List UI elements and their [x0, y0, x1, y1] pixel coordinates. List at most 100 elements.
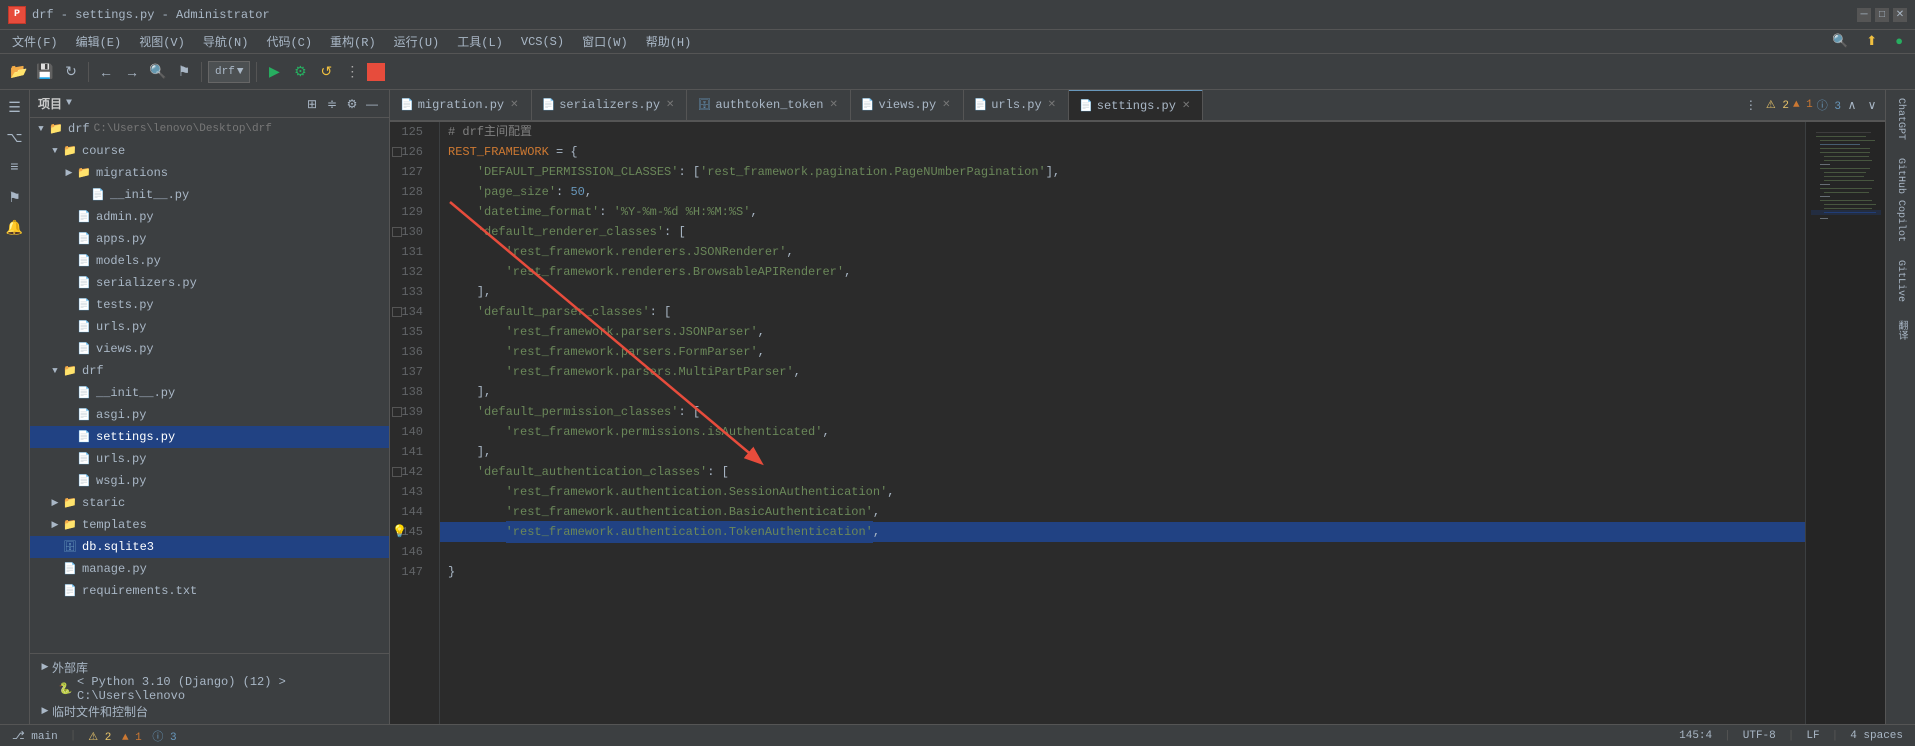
copilot-panel-btn[interactable]: GitHub Copilot [1887, 150, 1915, 250]
sort-btn[interactable]: ≑ [323, 95, 341, 113]
tab-close-serializers[interactable]: ✕ [664, 99, 676, 111]
tree-item-apps[interactable]: ▶ 📄 apps.py [30, 228, 389, 250]
scratch-files-item[interactable]: ▶ 临时文件和控制台 [30, 700, 389, 722]
code-line-138[interactable]: ], [440, 382, 1805, 402]
commit-icon[interactable]: ⌥ [1, 124, 29, 152]
code-line-134[interactable]: 'default_parser_classes' : [ [440, 302, 1805, 322]
tree-item-db-sqlite[interactable]: ▶ 🗄 db.sqlite3 [30, 536, 389, 558]
status-warnings[interactable]: ⚠ 2 ▲ 1 ⓘ 3 [84, 728, 180, 744]
toolbar-bookmark-btn[interactable]: ⚑ [173, 61, 195, 83]
tree-item-drf-root[interactable]: ▼ 📁 drf C:\Users\lenovo\Desktop\drf [30, 118, 389, 140]
tree-item-staric[interactable]: ▶ 📁 staric [30, 492, 389, 514]
code-line-140[interactable]: 'rest_framework.permissions.isAuthentica… [440, 422, 1805, 442]
minimize-button[interactable]: ─ [1857, 8, 1871, 22]
status-encoding[interactable]: UTF-8 [1739, 730, 1780, 742]
tab-close-views[interactable]: ✕ [940, 99, 952, 111]
menu-tools[interactable]: 工具(L) [449, 31, 511, 52]
code-area[interactable]: # drf主间配置 REST_FRAMEWORK = { 'DEFAULT_PE… [440, 122, 1805, 724]
toolbar-save-btn[interactable]: 💾 [34, 61, 56, 83]
project-icon[interactable]: ☰ [1, 94, 29, 122]
tab-urls[interactable]: 📄 urls.py ✕ [964, 90, 1070, 121]
run-green-btn[interactable]: ▶ [263, 61, 285, 83]
menu-edit[interactable]: 编辑(E) [68, 31, 130, 52]
tab-migration[interactable]: 📄 migration.py ✕ [390, 90, 532, 121]
code-line-137[interactable]: 'rest_framework.parsers.MultiPartParser'… [440, 362, 1805, 382]
tree-item-asgi[interactable]: ▶ 📄 asgi.py [30, 404, 389, 426]
toolbar-search-icon[interactable]: 🔍 [1824, 32, 1856, 51]
tab-settings[interactable]: 📄 settings.py ✕ [1069, 90, 1203, 121]
code-line-147[interactable]: } [440, 562, 1805, 582]
tree-item-templates[interactable]: ▶ 📁 templates [30, 514, 389, 536]
tree-item-settings[interactable]: ▶ 📄 settings.py [30, 426, 389, 448]
status-line-sep[interactable]: LF [1802, 730, 1823, 742]
code-line-125[interactable]: # drf主间配置 [440, 122, 1805, 142]
tree-item-wsgi[interactable]: ▶ 📄 wsgi.py [30, 470, 389, 492]
tab-authtoken[interactable]: 🗄 authtoken_token ✕ [687, 90, 850, 121]
toolbar-back-btn[interactable]: ← [95, 61, 117, 83]
tab-close-authtoken[interactable]: ✕ [827, 99, 839, 111]
tree-item-serializers[interactable]: ▶ 📄 serializers.py [30, 272, 389, 294]
menu-help[interactable]: 帮助(H) [638, 31, 700, 52]
code-line-139[interactable]: 'default_permission_classes' : [ [440, 402, 1805, 422]
update-icon[interactable]: ⬆ [1858, 32, 1885, 51]
tab-close-migration[interactable]: ✕ [508, 99, 520, 111]
status-line-col[interactable]: 145:4 [1675, 730, 1716, 742]
code-line-143[interactable]: 'rest_framework.authentication.SessionAu… [440, 482, 1805, 502]
tree-item-manage[interactable]: ▶ 📄 manage.py [30, 558, 389, 580]
chatgpt-panel-btn[interactable]: ChatGPT [1887, 90, 1915, 148]
structure-icon[interactable]: ≡ [1, 154, 29, 182]
tree-item-urls-course[interactable]: ▶ 📄 urls.py [30, 316, 389, 338]
status-indent[interactable]: 4 spaces [1846, 730, 1907, 742]
tree-item-init2[interactable]: ▶ 📄 __init__.py [30, 382, 389, 404]
tab-close-settings[interactable]: ✕ [1180, 100, 1192, 112]
code-line-128[interactable]: 'page_size' : 50 , [440, 182, 1805, 202]
tree-item-course[interactable]: ▼ 📁 course [30, 140, 389, 162]
tree-item-views-course[interactable]: ▶ 📄 views.py [30, 338, 389, 360]
menu-vcs[interactable]: VCS(S) [513, 33, 572, 51]
toolbar-forward-btn[interactable]: → [121, 61, 143, 83]
close-button[interactable]: ✕ [1893, 8, 1907, 22]
tree-gear-btn[interactable]: — [363, 95, 381, 113]
translate-panel-btn[interactable]: 翻译 [1887, 312, 1915, 348]
tree-item-tests[interactable]: ▶ 📄 tests.py [30, 294, 389, 316]
code-line-141[interactable]: ], [440, 442, 1805, 462]
code-line-126[interactable]: REST_FRAMEWORK = { [440, 142, 1805, 162]
code-line-146[interactable] [440, 542, 1805, 562]
tree-item-drf-inner[interactable]: ▼ 📁 drf [30, 360, 389, 382]
tree-item-requirements[interactable]: ▶ 📄 requirements.txt [30, 580, 389, 602]
menu-navigate[interactable]: 导航(N) [195, 31, 257, 52]
tab-close-urls[interactable]: ✕ [1046, 99, 1058, 111]
tree-item-init1[interactable]: ▶ 📄 __init__.py [30, 184, 389, 206]
code-line-145[interactable]: 'rest_framework.authentication.TokenAuth… [440, 522, 1805, 542]
run-debug-btn[interactable]: ⚙ [289, 61, 311, 83]
tree-item-migrations[interactable]: ▶ 📁 migrations [30, 162, 389, 184]
toolbar-refresh-btn[interactable]: ↻ [60, 61, 82, 83]
tree-item-urls-drf[interactable]: ▶ 📄 urls.py [30, 448, 389, 470]
menu-file[interactable]: 文件(F) [4, 31, 66, 52]
toolbar-open-btn[interactable]: 📂 [8, 61, 30, 83]
code-line-132[interactable]: 'rest_framework.renderers.BrowsableAPIRe… [440, 262, 1805, 282]
tab-views[interactable]: 📄 views.py ✕ [851, 90, 964, 121]
menu-code[interactable]: 代码(C) [258, 31, 320, 52]
tree-settings-btn[interactable]: ⚙ [343, 95, 361, 113]
code-line-144[interactable]: 'rest_framework.authentication.BasicAuth… [440, 502, 1805, 522]
menu-run[interactable]: 运行(U) [386, 31, 448, 52]
tab-more-btn[interactable]: ⋮ [1742, 96, 1760, 114]
toolbar-search-btn[interactable]: 🔍 [147, 61, 169, 83]
tree-item-models[interactable]: ▶ 📄 models.py [30, 250, 389, 272]
tab-serializers[interactable]: 📄 serializers.py ✕ [532, 90, 688, 121]
status-icon[interactable]: ● [1887, 32, 1911, 51]
menu-window[interactable]: 窗口(W) [574, 31, 636, 52]
fold-up-btn[interactable]: ∧ [1843, 96, 1861, 114]
python-sdk-item[interactable]: 🐍 < Python 3.10 (Django) (12) > C:\Users… [30, 678, 389, 700]
code-line-135[interactable]: 'rest_framework.parsers.JSONParser' , [440, 322, 1805, 342]
maximize-button[interactable]: □ [1875, 8, 1889, 22]
gitlive-panel-btn[interactable]: GitLive [1887, 252, 1915, 310]
project-selector[interactable]: drf ▼ [208, 61, 250, 83]
menu-view[interactable]: 视图(V) [131, 31, 193, 52]
code-line-129[interactable]: 'datetime_format' : '%Y-%m-%d %H:%M:%S' … [440, 202, 1805, 222]
fold-down-btn[interactable]: ∨ [1863, 96, 1881, 114]
tree-item-admin[interactable]: ▶ 📄 admin.py [30, 206, 389, 228]
code-line-136[interactable]: 'rest_framework.parsers.FormParser' , [440, 342, 1805, 362]
code-line-130[interactable]: 'default_renderer_classes' : [ [440, 222, 1805, 242]
